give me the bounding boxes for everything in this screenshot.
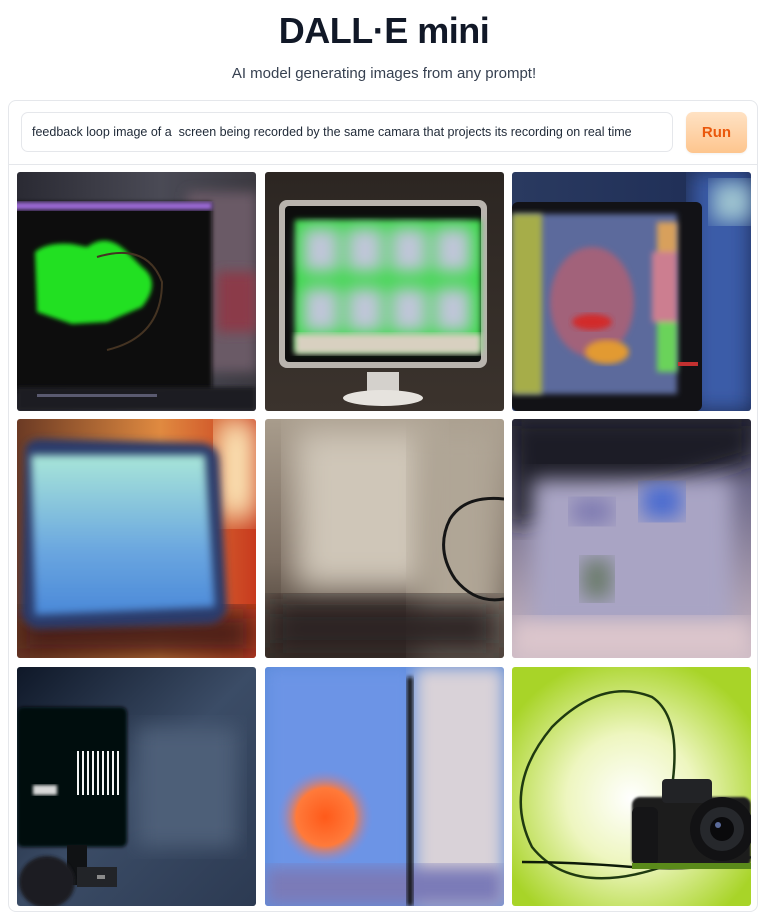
generated-image-5[interactable] [265, 419, 504, 658]
generated-image-6[interactable] [512, 419, 751, 658]
generated-image-7-art [17, 667, 256, 906]
generated-image-5-art [265, 419, 504, 658]
app-subtitle: AI model generating images from any prom… [231, 65, 537, 82]
generated-image-9[interactable] [512, 667, 751, 906]
generated-image-4[interactable] [17, 419, 256, 658]
generated-image-3-art [512, 172, 751, 411]
generated-image-6-art [512, 419, 751, 658]
generated-image-8-art [265, 667, 504, 906]
generated-image-1[interactable] [17, 172, 256, 411]
generated-image-2-art [265, 172, 504, 411]
generated-image-4-art [17, 419, 256, 658]
prompt-input[interactable] [21, 112, 673, 152]
generated-image-7[interactable] [17, 667, 256, 906]
app-page: DALL·E mini AI model generating images f… [0, 0, 768, 924]
generated-image-2[interactable] [265, 172, 504, 411]
generated-image-8[interactable] [265, 667, 504, 906]
generator-panel: Run [8, 100, 758, 912]
run-button[interactable]: Run [686, 112, 747, 153]
prompt-row: Run [9, 101, 757, 165]
app-title: DALL·E mini [278, 10, 490, 51]
generated-image-9-art [512, 667, 751, 906]
generated-image-1-art [17, 172, 256, 411]
image-gallery [17, 172, 752, 907]
generated-image-3[interactable] [512, 172, 751, 411]
